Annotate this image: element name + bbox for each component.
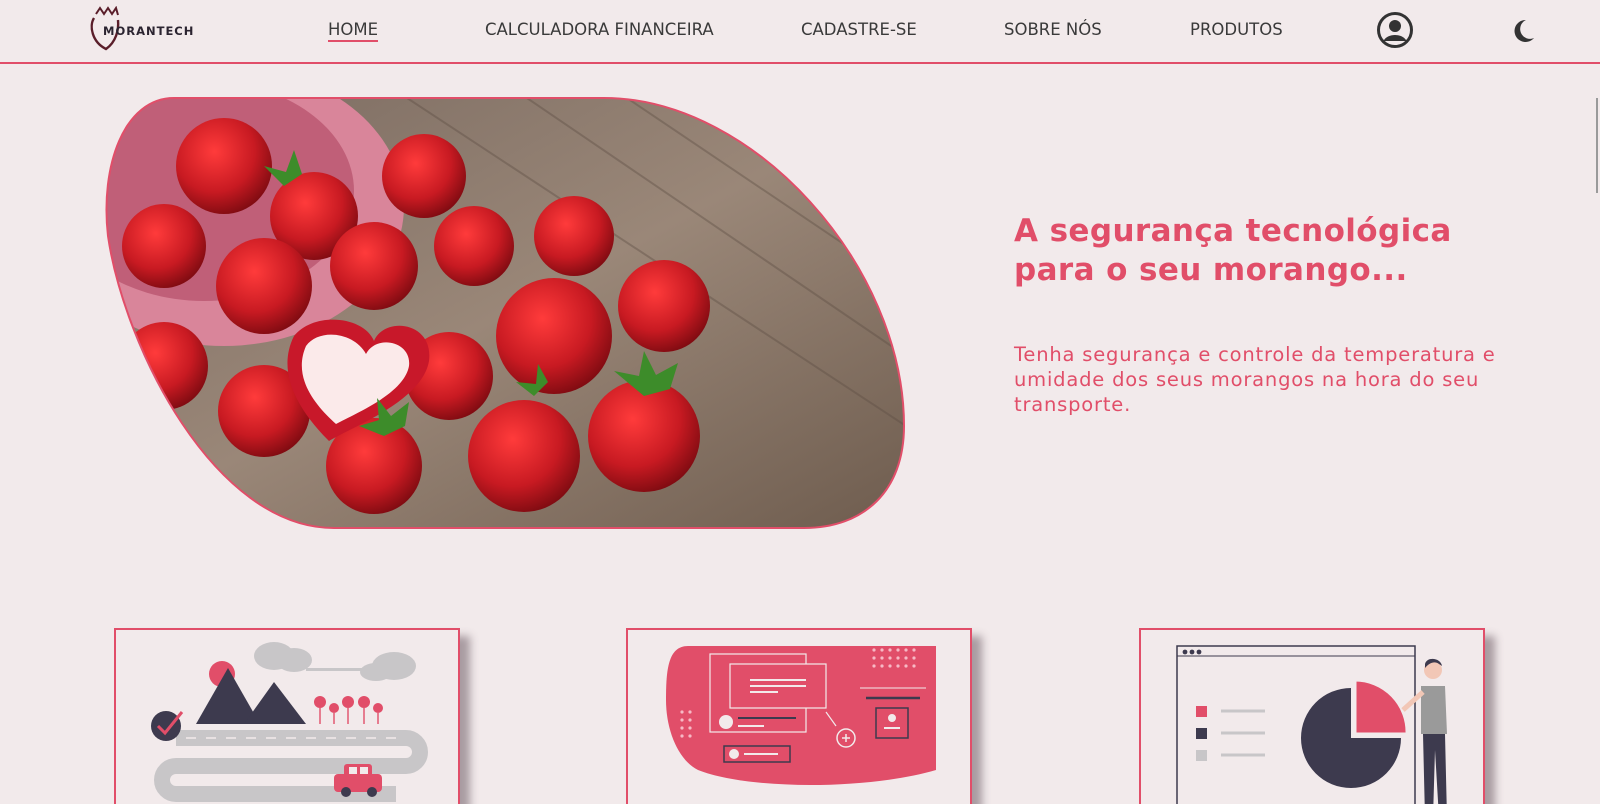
logo-text: MORANTECH: [103, 24, 195, 38]
feature-card-dashboard[interactable]: [626, 628, 972, 804]
feature-card-transport[interactable]: [114, 628, 460, 804]
nav-calculadora-financeira[interactable]: CALCULADORA FINANCEIRA: [485, 20, 714, 39]
user-account-button[interactable]: [1376, 11, 1414, 53]
morantech-logo[interactable]: MORANTECH: [88, 5, 198, 52]
hero-strawberries-image: [104, 96, 906, 530]
nav-cadastre-se[interactable]: CADASTRE-SE: [801, 20, 917, 39]
strawberries-photo: [105, 97, 906, 529]
nav-home[interactable]: HOME: [328, 20, 379, 42]
pie-chart-presentation-illustration: [1176, 645, 1447, 804]
presenter-figure: [1401, 658, 1447, 804]
hero-description: Tenha segurança e controle da temperatur…: [1014, 343, 1496, 416]
scrollbar-thumb[interactable]: [1596, 98, 1598, 193]
theme-toggle-button[interactable]: [1510, 18, 1536, 48]
nav-sobre-nos[interactable]: SOBRE NÓS: [1004, 20, 1102, 39]
delivery-route-illustration: [151, 642, 428, 802]
hero-title: A segurança tecnológica para o seu moran…: [1014, 213, 1452, 288]
feature-card-reports[interactable]: [1139, 628, 1485, 804]
user-circle-icon: [1377, 12, 1413, 48]
site-header: MORANTECH HOME CALCULADORA FINANCEIRA CA…: [0, 0, 1600, 64]
dashboard-interface-illustration: [666, 646, 936, 785]
nav-produtos[interactable]: PRODUTOS: [1190, 20, 1283, 39]
moon-icon: [1514, 19, 1534, 42]
